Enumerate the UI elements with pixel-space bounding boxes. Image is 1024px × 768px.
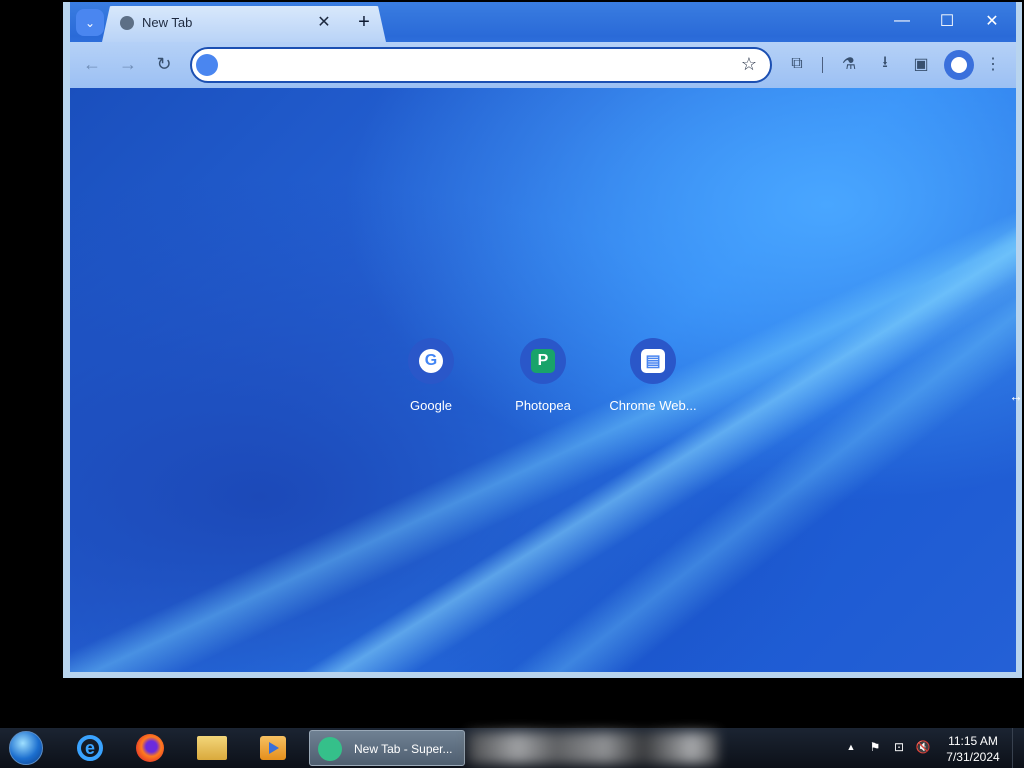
tab-strip: ⌄ New Tab ✕ + — ☐ ✕ [70,2,1016,42]
shortcut-chrome-web-store[interactable]: ▤ Chrome Web... [608,338,698,413]
resize-cursor-icon: ↔ [1009,388,1023,404]
web-store-icon: ▤ [630,338,676,384]
shortcut-google[interactable]: G Google [386,338,476,413]
browser-frame: ⌄ New Tab ✕ + — ☐ ✕ ← → ↻ ☆ ⧉ ⚗ ⭳ ▣ ⋮ [70,2,1016,88]
person-icon [951,57,967,73]
tab-close-button[interactable]: ✕ [314,12,334,32]
show-hidden-icons-arrow[interactable]: ▲ [842,738,860,756]
media-player-icon [260,736,286,760]
start-button[interactable] [6,730,46,766]
action-center-flag-icon[interactable]: ⚑ [866,738,884,756]
chevron-down-icon: ⌄ [84,15,96,30]
volume-muted-icon[interactable]: 🔇 [914,738,932,756]
network-icon[interactable]: ⊡ [890,738,908,756]
address-bar[interactable]: ☆ [190,47,772,83]
toolbar: ← → ↻ ☆ ⧉ ⚗ ⭳ ▣ ⋮ [70,42,1016,88]
maximize-button[interactable]: ☐ [925,6,969,36]
bookmark-star-icon[interactable]: ☆ [736,51,762,77]
forward-button[interactable]: → [114,50,142,78]
obscured-region [468,732,718,764]
clock-time: 11:15 AM [948,734,998,748]
back-button[interactable]: ← [78,50,106,78]
menu-icon[interactable]: ⋮ [980,51,1006,77]
browser-app-icon [318,737,342,761]
shortcut-label: Photopea [515,398,571,413]
system-clock[interactable]: 11:15 AM 7/31/2024 [938,733,1008,765]
profile-avatar[interactable] [944,50,974,80]
photopea-icon: P [520,338,566,384]
taskbar: e New Tab - Super... ▲ ⚑ ⊡ 🔇 11:15 AM 7/… [0,728,1024,768]
tab-title: New Tab [142,15,193,30]
taskbar-active-window[interactable]: New Tab - Super... [309,730,465,766]
shortcut-photopea[interactable]: P Photopea [498,338,588,413]
folder-icon [197,736,227,760]
tab-search-button[interactable]: ⌄ [76,9,104,36]
windows-logo-icon [9,731,43,765]
taskbar-media-player[interactable] [251,730,295,766]
internet-explorer-icon: e [77,735,103,761]
download-icon[interactable]: ⭳ [872,51,898,77]
shortcut-label: Google [410,398,452,413]
new-tab-button[interactable]: + [352,10,376,34]
reload-button[interactable]: ↻ [150,50,178,78]
side-panel-icon[interactable]: ▣ [908,51,934,77]
shortcut-label: Chrome Web... [609,398,697,413]
clock-date: 7/31/2024 [946,750,1000,764]
search-icon [196,54,218,76]
photopea-glyph: P [531,349,555,373]
taskbar-file-explorer[interactable] [190,730,234,766]
web-store-glyph: ▤ [641,349,665,373]
google-glyph: G [419,349,443,373]
address-input[interactable] [226,55,730,77]
taskbar-firefox[interactable] [128,730,172,766]
toolbar-divider [822,57,823,73]
globe-icon [120,16,134,30]
extensions-icon[interactable]: ⧉ [784,51,810,77]
new-tab-page: G Google P Photopea ▤ Chrome Web... [70,88,1016,672]
close-window-button[interactable]: ✕ [970,6,1014,36]
show-desktop-button[interactable] [1012,728,1024,768]
minimize-button[interactable]: — [880,6,924,36]
browser-window: ⌄ New Tab ✕ + — ☐ ✕ ← → ↻ ☆ ⧉ ⚗ ⭳ ▣ ⋮ G … [63,2,1022,678]
labs-icon[interactable]: ⚗ [836,51,862,77]
taskbar-window-label: New Tab - Super... [354,742,453,756]
google-icon: G [408,338,454,384]
taskbar-internet-explorer[interactable]: e [68,730,112,766]
firefox-icon [136,734,164,762]
